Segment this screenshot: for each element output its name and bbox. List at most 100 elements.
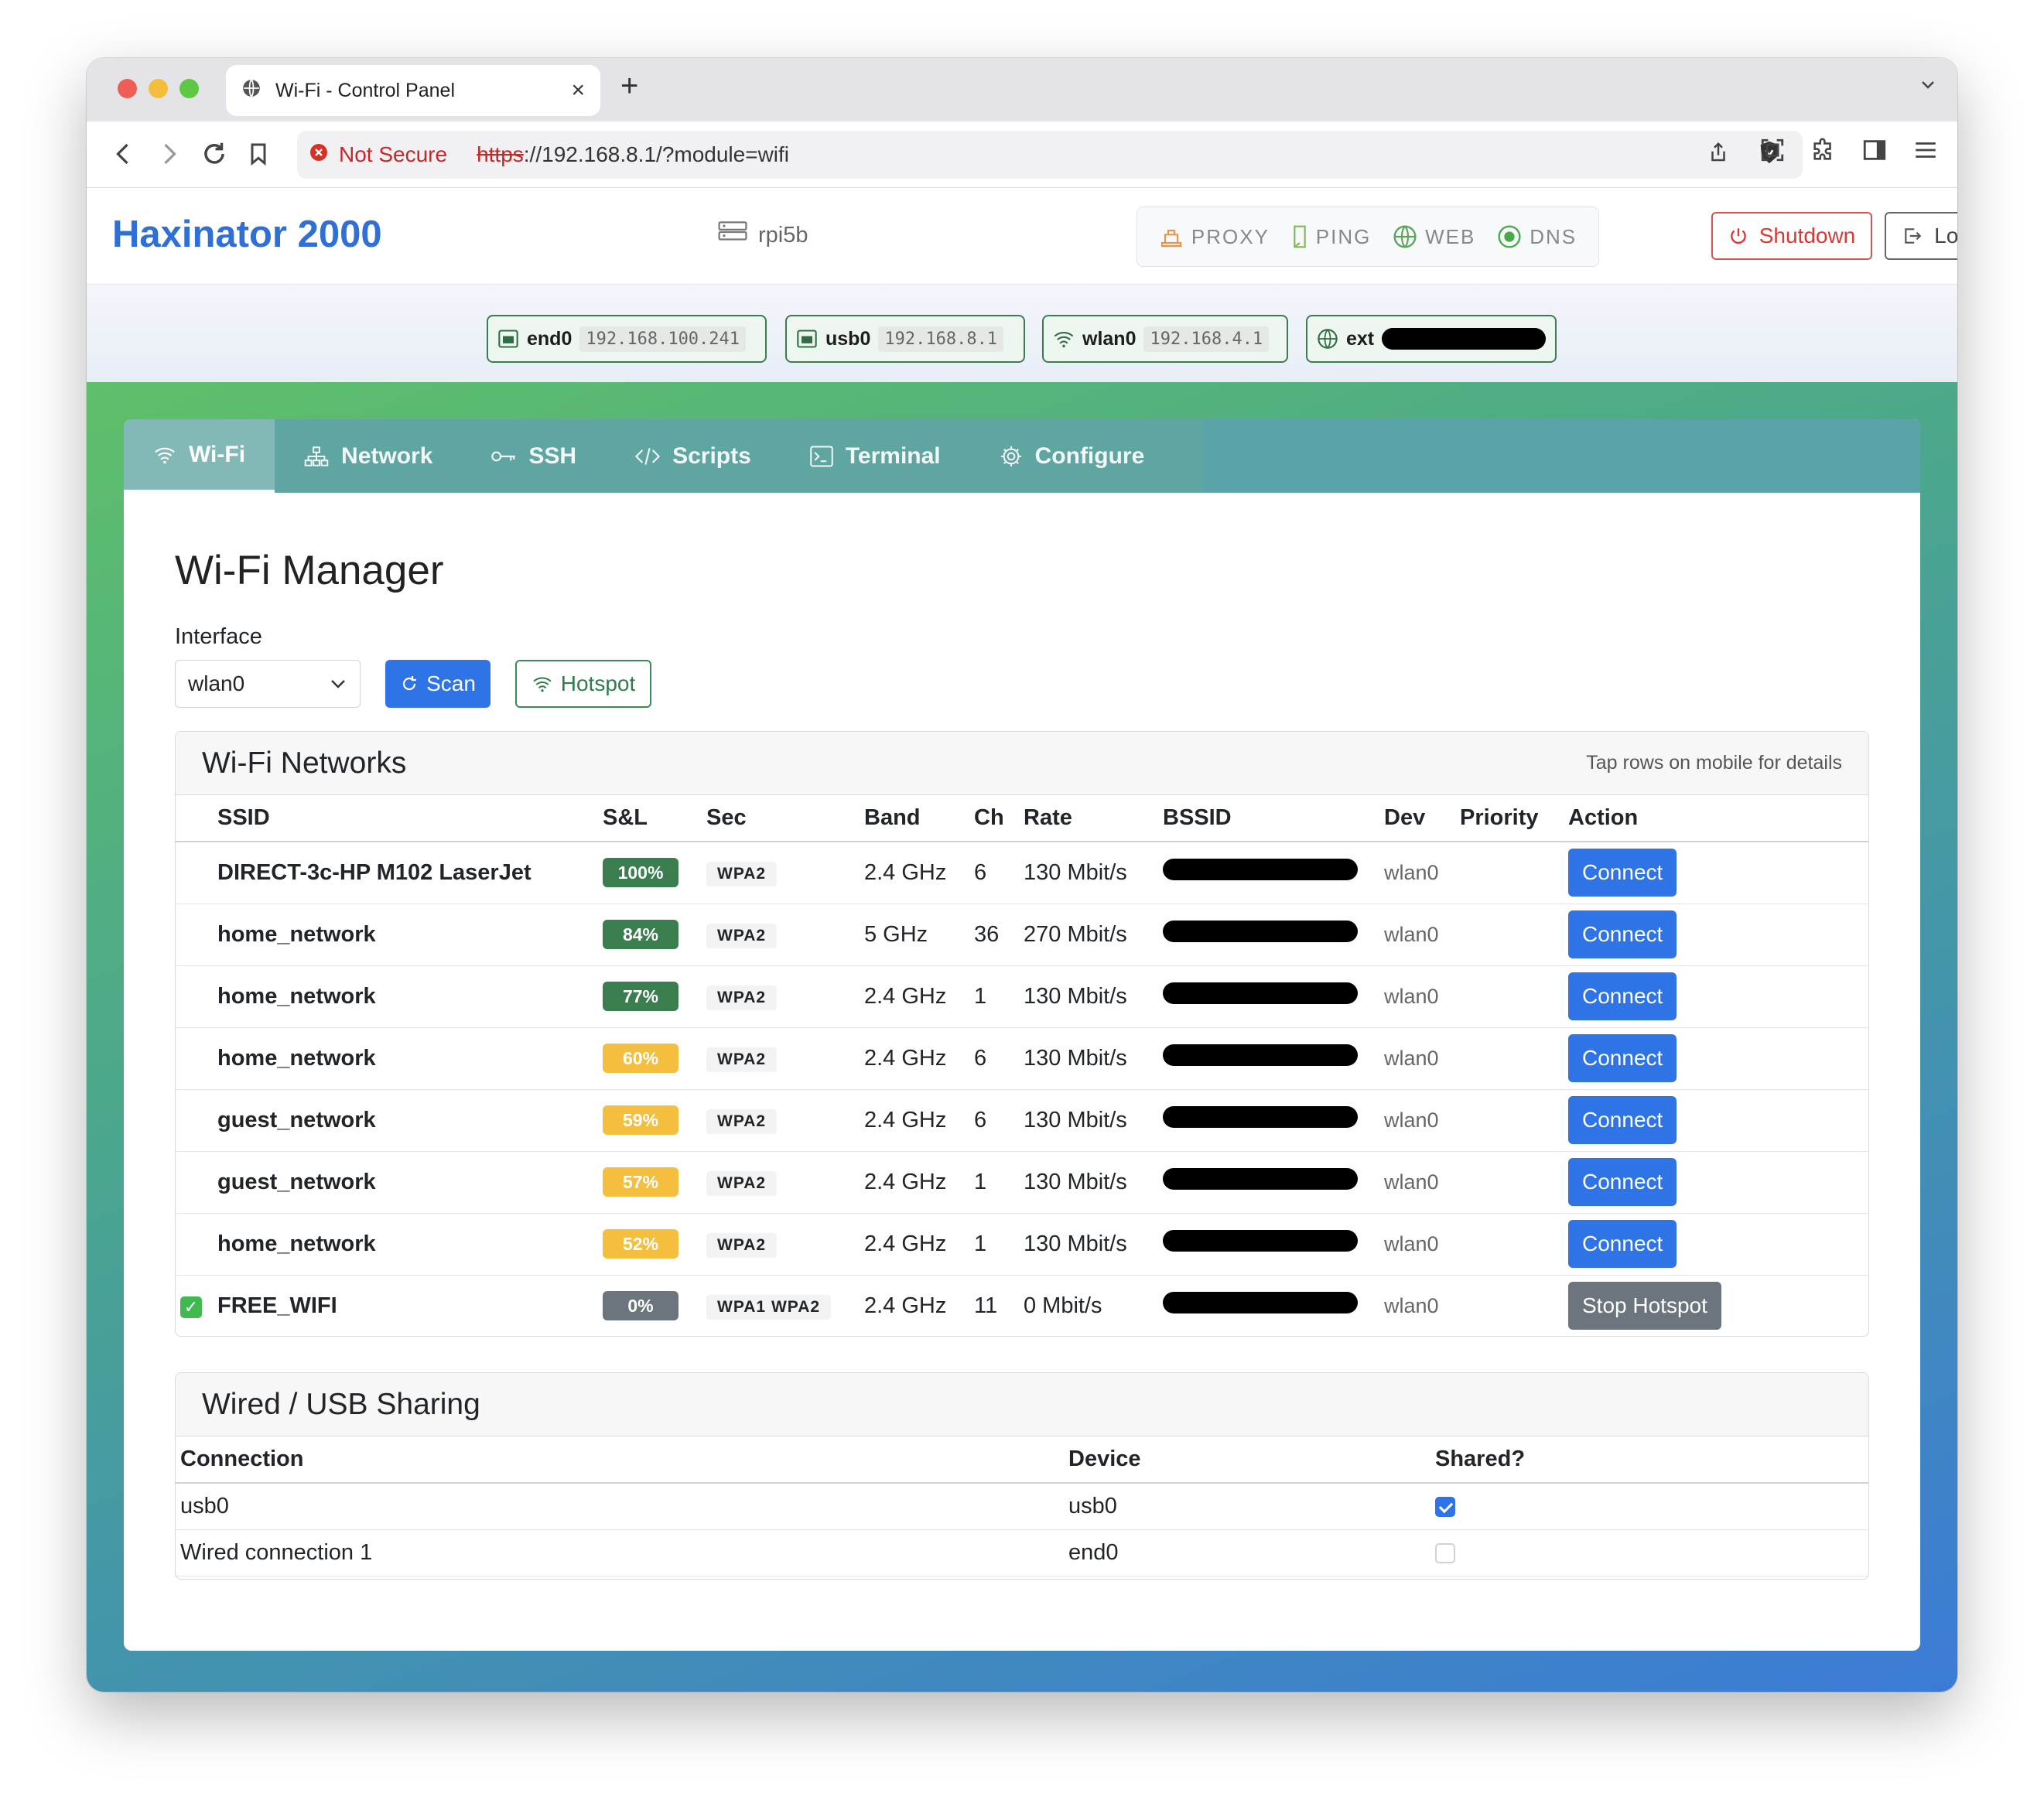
action-cell: Connect [1564, 1089, 1868, 1152]
wifi-network-row[interactable]: ✓ FREE_WIFI 0% WPA1 WPA2 2.4 GHz 11 0 Mbit/s wl… [176, 1275, 1868, 1336]
connection-cell: Wired connection 1 [176, 1529, 1064, 1576]
col-connection: Connection [176, 1436, 1064, 1484]
not-secure-icon [309, 142, 328, 167]
redacted-bssid [1163, 1292, 1358, 1313]
security-badge: WPA2 [706, 1170, 778, 1196]
share-icon[interactable] [1707, 139, 1730, 171]
shutdown-button[interactable]: Shutdown [1711, 212, 1872, 260]
col-device[interactable]: Dev [1379, 795, 1455, 842]
bssid-cell [1158, 1151, 1379, 1214]
band-cell: 2.4 GHz [860, 1151, 969, 1214]
ssid-cell: home_network [213, 965, 598, 1028]
wired-connection-row: usb0 usb0 [176, 1483, 1868, 1530]
wifi-network-row[interactable]: home_network 77% WPA2 2.4 GHz 1 130 Mbit/s wla… [176, 965, 1868, 1028]
main-area: Wi-Fi Network SSH Scripts Terminal Confi… [87, 382, 1957, 1692]
tabs-filler [1204, 419, 1920, 493]
brand-title[interactable]: Haxinator 2000 [112, 213, 382, 256]
shared-checkbox[interactable] [1435, 1542, 1455, 1563]
terminal-icon [810, 446, 833, 466]
connect-button[interactable]: Connect [1568, 972, 1677, 1020]
address-bar[interactable]: Not Secure https ://192.168.8.1/?module=… [297, 131, 1803, 179]
back-icon[interactable] [110, 138, 138, 173]
zoom-window-button[interactable] [179, 79, 199, 98]
col-channel[interactable]: Ch [969, 795, 1019, 842]
sidebar-icon[interactable] [1861, 137, 1888, 167]
minimize-window-button[interactable] [149, 79, 168, 98]
row-status [176, 904, 213, 966]
interface-pill-wlan0[interactable]: wlan0 192.168.4.1 [1042, 315, 1288, 363]
signal-cell: 84% [598, 904, 702, 966]
bssid-cell [1158, 842, 1379, 904]
channel-cell: 11 [969, 1275, 1019, 1336]
connect-button[interactable]: Connect [1568, 1158, 1677, 1206]
connect-button[interactable]: Connect [1568, 849, 1677, 897]
interface-pill-end0[interactable]: end0 192.168.100.241 [487, 315, 767, 363]
tab-terminal[interactable]: Terminal [781, 419, 970, 493]
forward-icon[interactable] [155, 138, 183, 173]
signal-cell: 57% [598, 1151, 702, 1214]
col-bssid[interactable]: BSSID [1158, 795, 1379, 842]
wifi-network-row[interactable]: guest_network 59% WPA2 2.4 GHz 6 130 Mbit/s wl… [176, 1089, 1868, 1152]
service-proxy-label: PROXY [1191, 224, 1270, 248]
redacted-bssid [1163, 1230, 1358, 1252]
security-cell: WPA2 [702, 1151, 860, 1214]
app-header: Haxinator 2000 rpi5b PROXY PING WEB DNS [87, 188, 1957, 285]
wifi-network-row[interactable]: home_network 84% WPA2 5 GHz 36 270 Mbit/s wlan… [176, 904, 1868, 966]
rate-cell: 130 Mbit/s [1019, 1089, 1158, 1152]
interface-select[interactable]: wlan0 [175, 660, 361, 708]
wifi-network-row[interactable]: home_network 52% WPA2 2.4 GHz 1 130 Mbit/s wla… [176, 1213, 1868, 1276]
action-cell: Stop Hotspot [1564, 1275, 1868, 1336]
wifi-network-row[interactable]: guest_network 57% WPA2 2.4 GHz 1 130 Mbit/s wl… [176, 1151, 1868, 1214]
col-band[interactable]: Band [860, 795, 969, 842]
tab-wifi[interactable]: Wi-Fi [124, 419, 275, 493]
connect-button[interactable]: Connect [1568, 1096, 1677, 1144]
col-security[interactable]: Sec [702, 795, 860, 842]
shared-checkbox[interactable] [1435, 1497, 1455, 1518]
server-icon [718, 220, 747, 250]
menu-icon[interactable] [1912, 137, 1939, 167]
col-rate[interactable]: Rate [1019, 795, 1158, 842]
ethernet-icon [498, 330, 518, 348]
tab-label: Configure [1034, 442, 1145, 469]
row-status [176, 965, 213, 1028]
content-card: Wi-Fi Network SSH Scripts Terminal Confi… [124, 419, 1920, 1651]
close-window-button[interactable] [118, 79, 137, 98]
stop-hotspot-button[interactable]: Stop Hotspot [1568, 1282, 1721, 1330]
screenshot-icon[interactable] [1759, 137, 1786, 167]
close-tab-icon[interactable]: × [571, 77, 585, 104]
priority-cell [1455, 842, 1564, 904]
connect-button[interactable]: Connect [1568, 1034, 1677, 1082]
logout-button[interactable]: Logout [1885, 212, 1957, 260]
redacted-bssid [1163, 1168, 1358, 1190]
connection-cell: usb0 [176, 1483, 1064, 1530]
not-secure-label[interactable]: Not Secure [339, 142, 447, 167]
tab-scripts[interactable]: Scripts [606, 419, 781, 493]
extensions-icon[interactable] [1810, 137, 1837, 167]
tab-network[interactable]: Network [275, 419, 462, 493]
interface-pill-usb0[interactable]: usb0 192.168.8.1 [785, 315, 1025, 363]
hotspot-button[interactable]: Hotspot [515, 660, 651, 708]
scan-button[interactable]: Scan [385, 660, 490, 708]
tab-ssh[interactable]: SSH [462, 419, 606, 493]
connect-button[interactable]: Connect [1568, 1220, 1677, 1268]
connect-button[interactable]: Connect [1568, 910, 1677, 958]
interface-name: end0 [527, 327, 573, 350]
interface-pill-ext[interactable]: ext [1306, 315, 1557, 363]
tab-configure[interactable]: Configure [970, 419, 1174, 493]
new-tab-button[interactable]: + [620, 69, 638, 104]
url-text: ://192.168.8.1/?module=wifi [523, 142, 790, 166]
browser-tab-active[interactable]: Wi-Fi - Control Panel × [226, 65, 600, 116]
priority-cell [1455, 1151, 1564, 1214]
tab-label: Scripts [672, 442, 751, 469]
rate-cell: 130 Mbit/s [1019, 1213, 1158, 1276]
wifi-network-row[interactable]: home_network 60% WPA2 2.4 GHz 6 130 Mbit/s wla… [176, 1027, 1868, 1090]
services-status: PROXY PING WEB DNS [1137, 207, 1599, 267]
security-badge: WPA2 [706, 1108, 778, 1134]
chevron-down-icon[interactable] [1919, 75, 1937, 97]
col-signal[interactable]: S&L [598, 795, 702, 842]
col-ssid[interactable]: SSID [213, 795, 598, 842]
wifi-network-row[interactable]: DIRECT-3c-HP M102 LaserJet 100% WPA2 2.4 GH… [176, 842, 1868, 904]
bookmark-icon[interactable] [246, 138, 271, 173]
col-priority[interactable]: Priority [1455, 795, 1564, 842]
reload-icon[interactable] [200, 138, 229, 173]
